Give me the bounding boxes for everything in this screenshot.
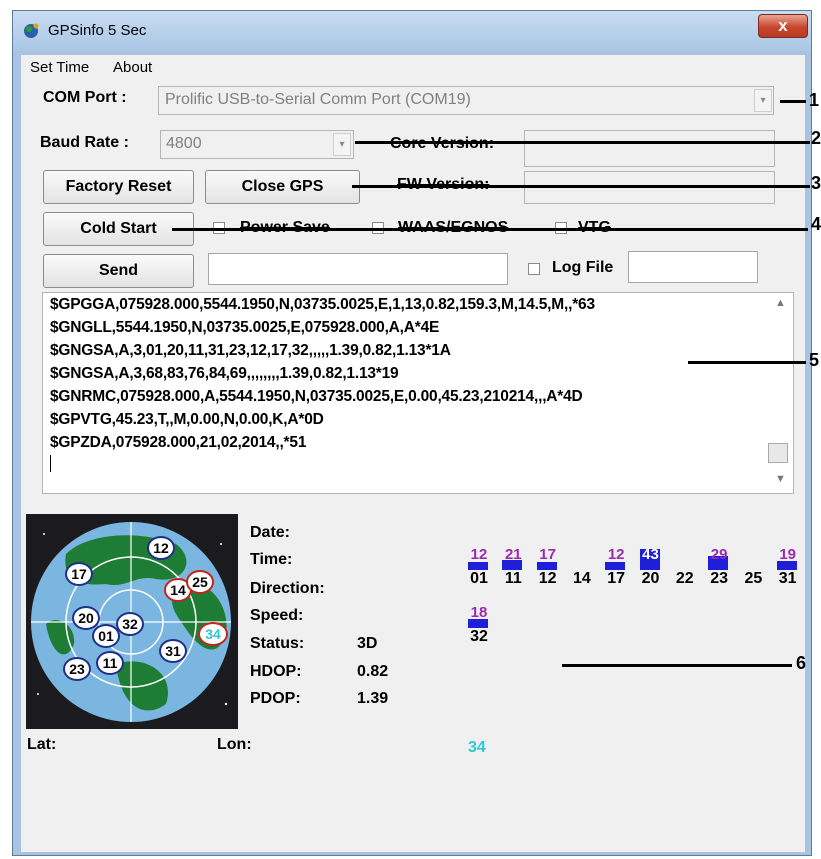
- send-input[interactable]: [208, 253, 508, 285]
- callout-number: 3: [811, 173, 821, 193]
- log-file-input[interactable]: [628, 251, 758, 283]
- satellite-prn: 20: [641, 570, 660, 587]
- sky-view: 12 17 14 25 20 32 01 34 31 23 11: [26, 514, 238, 729]
- com-port-value: Prolific USB-to-Serial Comm Port (COM19): [165, 91, 471, 108]
- nmea-line: $GPZDA,075928.000,21,02,2014,,*51: [50, 434, 307, 451]
- extra-satellite-label: 34: [468, 739, 486, 756]
- callout-line: [352, 185, 810, 188]
- satellite-prn: 31: [778, 570, 797, 587]
- satellite-marker: 31: [159, 639, 187, 663]
- callout-line: [172, 228, 808, 231]
- snr-value: 17: [539, 546, 556, 563]
- lat-label: Lat:: [27, 736, 57, 753]
- nmea-line: $GNRMC,075928.000,A,5544.1950,N,03735.00…: [50, 388, 583, 405]
- callout-number: 4: [811, 214, 821, 234]
- hdop-label: HDOP:: [250, 663, 302, 680]
- baud-rate-label: Baud Rate :: [40, 134, 129, 151]
- pdop-label: PDOP:: [250, 690, 301, 707]
- nmea-line: $GNGLL,5544.1950,N,03735.0025,E,075928.0…: [50, 319, 440, 336]
- chevron-down-icon[interactable]: ▾: [754, 89, 772, 112]
- snr-value: 21: [504, 546, 522, 563]
- scroll-up-icon[interactable]: ▲: [775, 297, 786, 309]
- callout-number: 2: [811, 128, 821, 148]
- window-title: GPSinfo 5 Sec: [48, 22, 147, 39]
- callout-line: [562, 664, 792, 667]
- satellite-prn: 22: [675, 570, 694, 587]
- direction-label: Direction:: [250, 580, 325, 597]
- nmea-line: $GPVTG,45.23,T,,M,0.00,N,0.00,K,A*0D: [50, 411, 324, 428]
- satellite-marker: 17: [65, 562, 93, 586]
- hdop-value: 0.82: [357, 663, 389, 680]
- com-port-label: COM Port :: [43, 89, 127, 106]
- baud-rate-value: 4800: [166, 135, 202, 152]
- text-cursor: [50, 455, 51, 472]
- callout-line: [780, 100, 806, 103]
- send-button[interactable]: Send: [43, 254, 194, 288]
- snr-value: 18: [470, 604, 488, 621]
- callout-number: 1: [809, 90, 820, 110]
- time-label: Time:: [250, 551, 293, 568]
- satellite-marker: 23: [63, 657, 91, 681]
- satellite-prn: 11: [504, 570, 522, 587]
- nmea-line: $GNGSA,A,3,68,83,76,84,69,,,,,,,,1.39,0.…: [50, 365, 399, 382]
- scrollbar-thumb[interactable]: [768, 443, 788, 463]
- chevron-down-icon[interactable]: ▾: [333, 133, 351, 156]
- callout-line: [688, 361, 806, 364]
- menu-about[interactable]: About: [113, 59, 152, 76]
- log-file-label: Log File: [552, 259, 614, 276]
- satellite-marker: 11: [96, 651, 124, 675]
- satellite-prn: 14: [572, 570, 591, 587]
- satellite-marker: 34: [198, 622, 228, 646]
- scroll-down-icon[interactable]: ▼: [775, 473, 786, 485]
- lon-label: Lon:: [217, 736, 252, 753]
- satellite-prn: 01: [470, 570, 488, 587]
- satellite-globe-icon: [22, 22, 40, 40]
- snr-value: 29: [710, 546, 728, 563]
- core-version-label: Core Version:: [390, 135, 494, 153]
- log-file-checkbox[interactable]: [528, 263, 540, 275]
- callout-number: 6: [796, 653, 807, 673]
- satellite-marker: 25: [186, 570, 214, 594]
- nmea-line: $GPGGA,075928.000,5544.1950,N,03735.0025…: [50, 296, 595, 313]
- snr-value: 43: [642, 546, 659, 563]
- close-button[interactable]: x: [758, 14, 808, 38]
- satellite-marker: 32: [116, 612, 144, 636]
- satellite-prn: 12: [538, 570, 557, 587]
- snr-value: 19: [779, 546, 797, 563]
- snr-bar: [605, 562, 626, 570]
- satellite-marker: 01: [92, 624, 120, 648]
- satellite-prn: 17: [607, 570, 626, 587]
- snr-bar: [468, 562, 488, 570]
- status-value: 3D: [357, 635, 378, 652]
- status-label: Status:: [250, 635, 305, 652]
- callout-line: [355, 141, 810, 144]
- satellite-prn: 23: [710, 570, 728, 587]
- factory-reset-button[interactable]: Factory Reset: [43, 170, 194, 204]
- satellite-prn: 32: [470, 628, 488, 645]
- snr-value: 12: [607, 546, 625, 563]
- pdop-value: 1.39: [357, 690, 389, 707]
- satellite-prn: 25: [744, 570, 763, 587]
- date-label: Date:: [250, 524, 291, 541]
- speed-label: Speed:: [250, 607, 304, 624]
- snr-value: 12: [470, 546, 488, 563]
- core-version-field: [524, 130, 775, 167]
- nmea-line: $GNGSA,A,3,01,20,11,31,23,12,17,32,,,,,1…: [50, 342, 451, 359]
- satellite-marker: 12: [147, 536, 175, 560]
- menu-set-time[interactable]: Set Time: [30, 59, 89, 76]
- callout-number: 5: [809, 350, 820, 370]
- close-gps-button[interactable]: Close GPS: [205, 170, 360, 204]
